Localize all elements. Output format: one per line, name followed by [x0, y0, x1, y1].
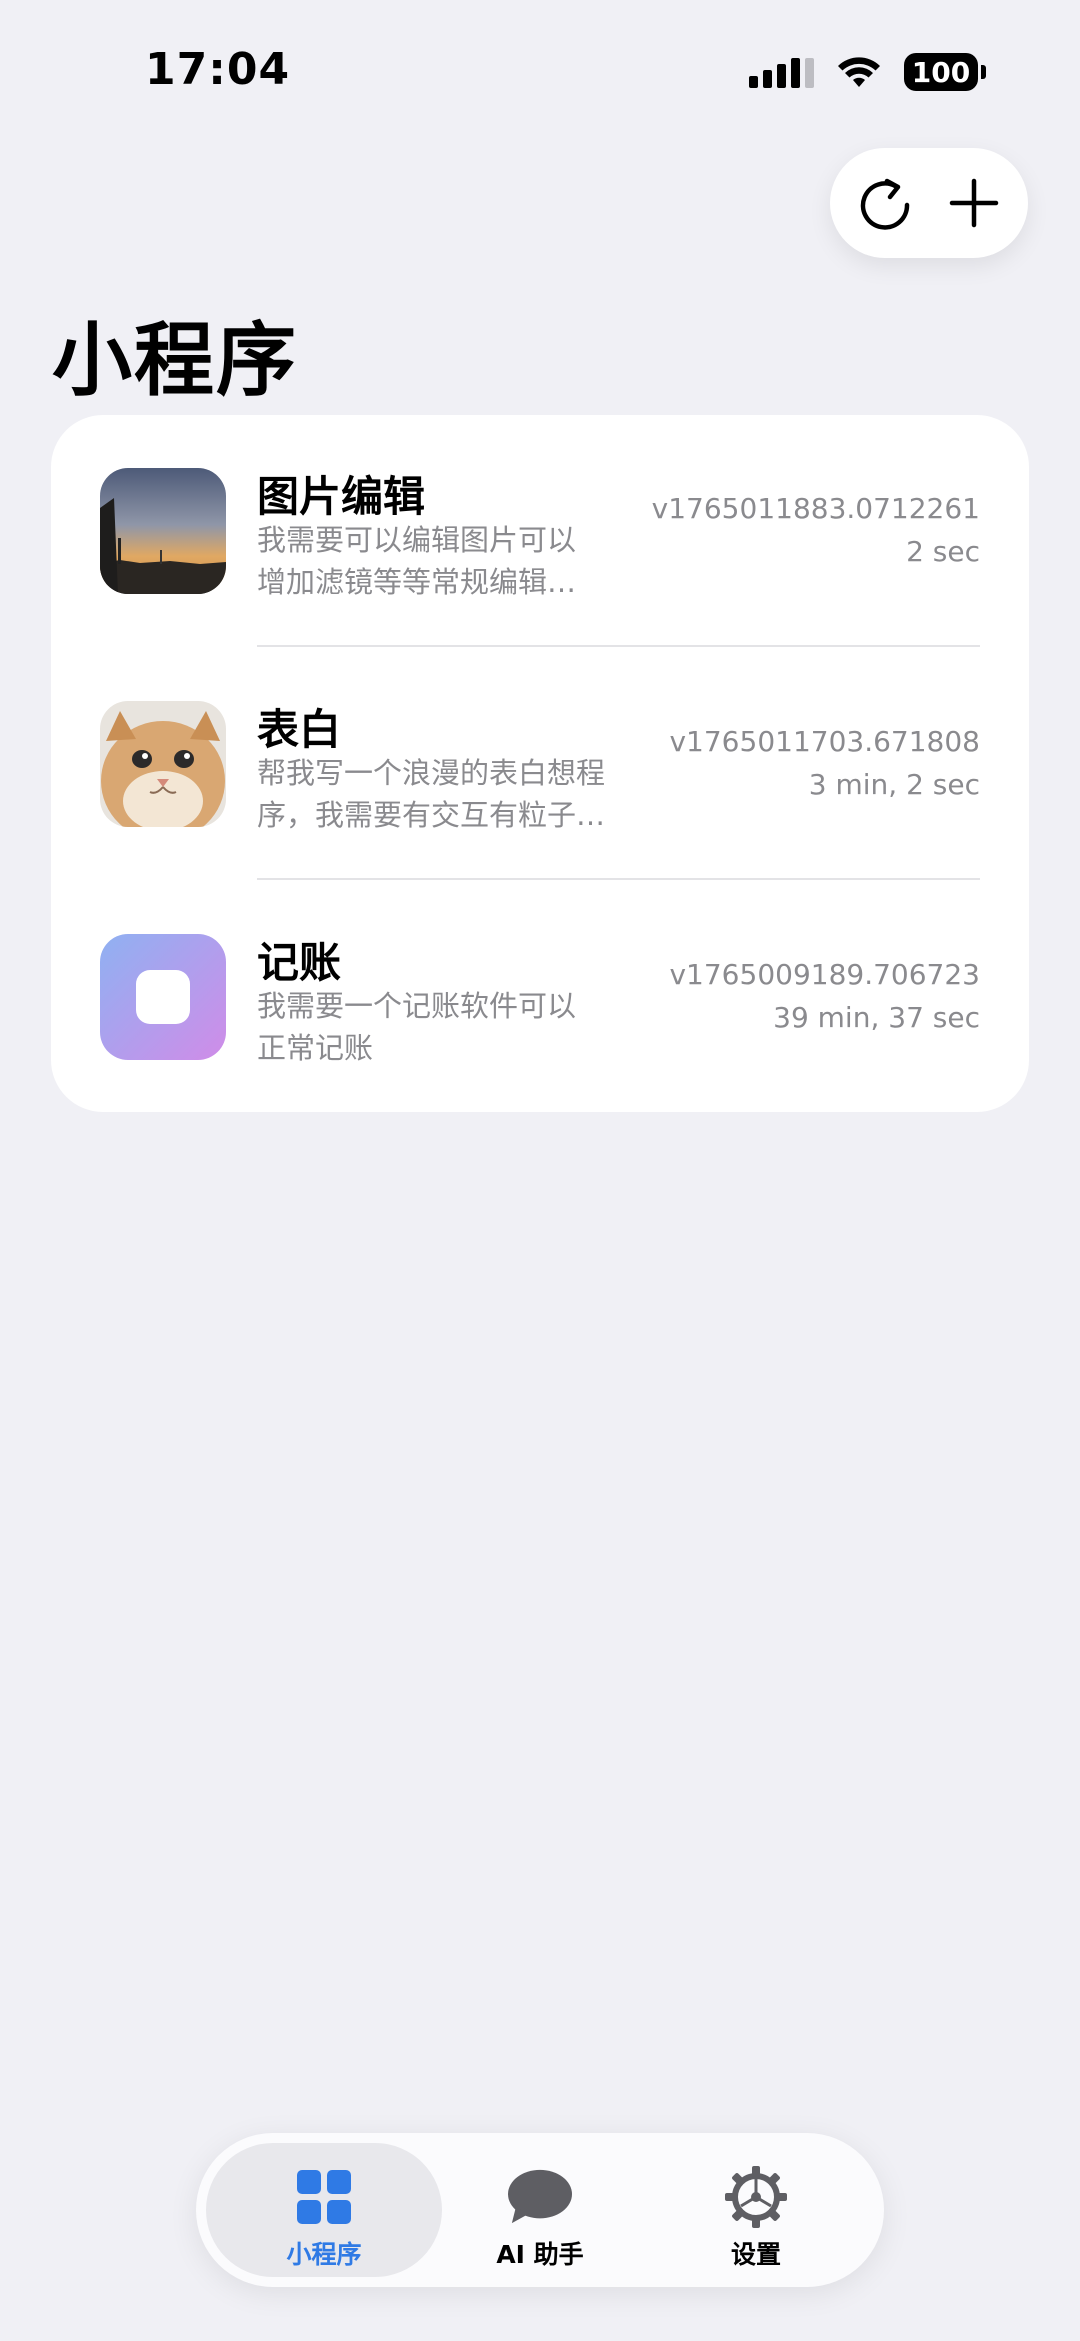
tab-mini-programs[interactable]: 小程序: [206, 2143, 442, 2277]
grid-icon: [292, 2167, 356, 2227]
app-elapsed-time: 3 min, 2 sec: [808, 768, 980, 801]
app-thumbnail: [100, 934, 226, 1060]
app-elapsed-time: 2 sec: [906, 535, 980, 568]
mini-app-list: 图片编辑 我需要可以编辑图片可以 增加滤镜等等常规编辑… v1765011883…: [51, 415, 1029, 1112]
app-description-line: 我需要一个记账软件可以: [257, 989, 577, 1023]
battery-level: 100: [904, 53, 978, 91]
sunset-photo: [100, 468, 226, 594]
app-version: v1765009189.706723: [669, 958, 980, 991]
top-actions: [830, 148, 1028, 258]
app-description-line: 帮我写一个浪漫的表白想程: [257, 756, 606, 790]
plus-icon: [949, 178, 998, 228]
app-name: 记账: [257, 938, 342, 987]
app-description-line: 正常记账: [257, 1031, 374, 1065]
tab-label: 设置: [730, 2240, 781, 2269]
tab-label: AI 助手: [496, 2240, 584, 2269]
refresh-icon: [860, 178, 909, 230]
list-item[interactable]: 表白 帮我写一个浪漫的表白想程 序，我需要有交互有粒子… v1765011703…: [51, 648, 1029, 881]
add-button[interactable]: [939, 168, 1009, 238]
app-name: 图片编辑: [257, 472, 426, 521]
tab-ai-assistant[interactable]: AI 助手: [422, 2143, 658, 2277]
tab-bar: 小程序 AI 助手 设置: [196, 2133, 884, 2287]
cat-photo: [100, 701, 226, 827]
app-thumbnail: [100, 468, 226, 594]
list-item[interactable]: 记账 我需要一个记账软件可以 正常记账 v1765009189.706723 3…: [51, 881, 1029, 1114]
page-title: 小程序: [52, 314, 298, 407]
list-item[interactable]: 图片编辑 我需要可以编辑图片可以 增加滤镜等等常规编辑… v1765011883…: [51, 415, 1029, 648]
app-version: v1765011703.671808: [669, 725, 980, 758]
divider: [257, 878, 980, 880]
screen: 17:04 100 小程序 图片编辑 我需要可以编辑图片可以 增加滤镜等等常规编…: [0, 0, 1080, 2341]
app-version: v1765011883.0712261: [651, 492, 980, 525]
app-description: 帮我写一个浪漫的表白想程 序，我需要有交互有粒子…: [257, 752, 637, 836]
refresh-button[interactable]: [850, 168, 920, 238]
app-description-line: 我需要可以编辑图片可以: [257, 523, 577, 557]
status-time: 17:04: [145, 44, 291, 95]
battery-icon: 100: [904, 53, 986, 91]
gradient-app-icon: [100, 934, 226, 1060]
app-description-line: 序，我需要有交互有粒子…: [257, 798, 606, 832]
app-description-line: 增加滤镜等等常规编辑…: [257, 565, 577, 599]
chat-bubble-icon: [508, 2167, 572, 2227]
status-indicators: 100: [749, 52, 986, 92]
app-name: 表白: [257, 705, 342, 754]
app-thumbnail: [100, 701, 226, 827]
app-description: 我需要可以编辑图片可以 增加滤镜等等常规编辑…: [257, 519, 637, 603]
app-elapsed-time: 39 min, 37 sec: [773, 1001, 980, 1034]
divider: [257, 645, 980, 647]
cellular-signal-icon: [749, 56, 814, 88]
app-description: 我需要一个记账软件可以 正常记账: [257, 985, 637, 1069]
gear-icon: [724, 2166, 788, 2228]
tab-settings[interactable]: 设置: [638, 2143, 874, 2277]
wifi-icon: [838, 57, 880, 87]
tab-label: 小程序: [286, 2240, 362, 2269]
